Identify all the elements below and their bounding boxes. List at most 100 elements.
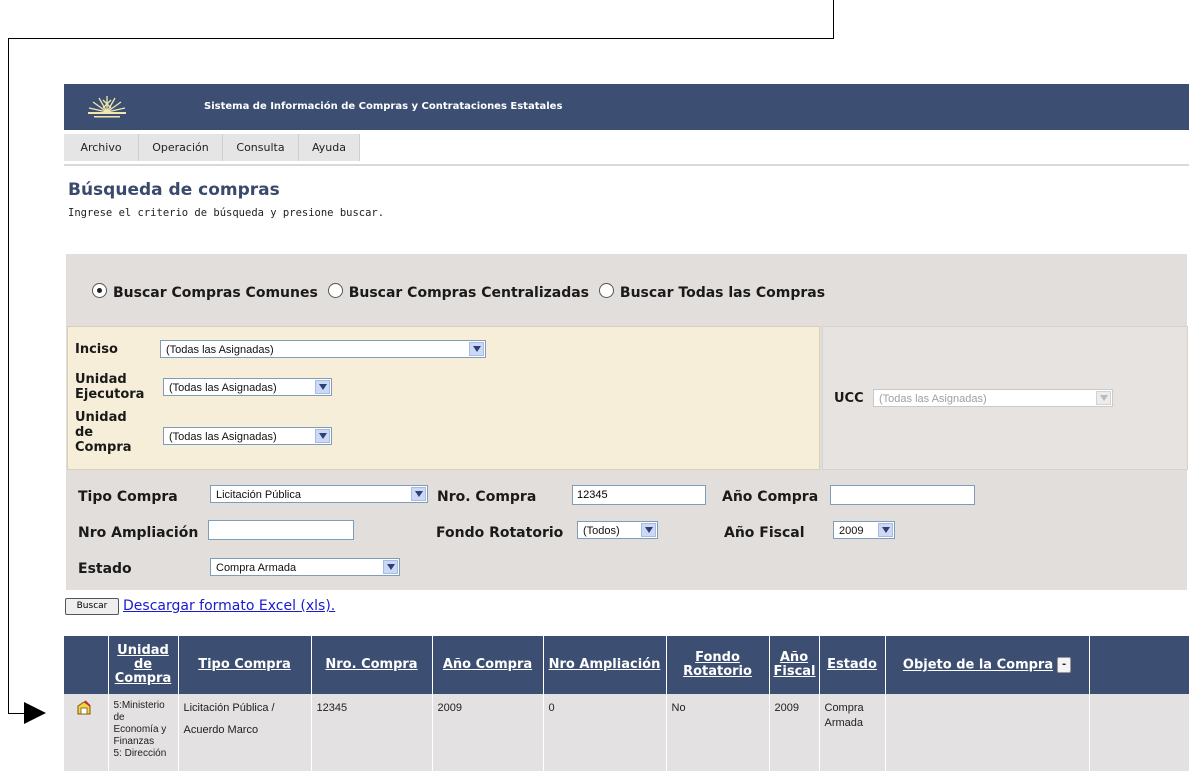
radio-label-comunes: Buscar Compras Comunes [113,285,318,301]
cell-anio-fiscal: 2009 [769,694,820,771]
menu-consulta[interactable]: Consulta [223,134,299,161]
tipo-line-1: Licitación Pública / [183,702,275,714]
fondo-rotatorio-value: (Todos) [583,525,620,537]
ucc-label: UCC [834,391,864,406]
fondo-rotatorio-select[interactable]: (Todos) [577,521,658,539]
collapse-column-button[interactable]: - [1057,657,1072,673]
tipo-compra-label: Tipo Compra [78,489,178,505]
estado-line-1: Compra [824,702,864,714]
page-title: Búsqueda de compras [68,180,280,200]
chevron-down-icon [1096,391,1111,405]
ucc-select[interactable]: (Todas las Asignadas) [873,389,1113,407]
excel-download-link[interactable]: Descargar formato Excel (xls). [123,598,335,614]
radio-compras-centralizadas[interactable] [327,283,343,298]
menu-archivo[interactable]: Archivo [64,134,139,161]
inciso-select[interactable]: (Todas las Asignadas) [160,340,486,358]
inciso-value: (Todas las Asignadas) [166,344,274,356]
unidad-line-4: 5: Dirección [113,748,167,759]
app-title: Sistema de Información de Compras y Cont… [204,101,563,112]
unidad-ejecutora-select[interactable]: (Todas las Asignadas) [163,378,332,396]
estado-select[interactable]: Compra Armada [210,558,400,576]
anio-fiscal-label: Año Fiscal [724,525,805,541]
unidad-compra-label-line3: Compra [75,440,132,455]
cell-nro-ampliacion: 0 [543,694,667,771]
cell-unidad-compra: 5:Ministerio de Economía y Finanzas 5: D… [108,694,179,771]
unidad-ejecutora-label: Unidad Ejecutora [75,372,144,402]
header-fondo-rotatorio[interactable]: Fondo Rotatorio [666,636,770,694]
app-header: Sistema de Información de Compras y Cont… [64,84,1189,130]
table-row[interactable]: 5:Ministerio de Economía y Finanzas 5: D… [64,694,1189,771]
unidad-compra-label-line1: Unidad [75,410,127,425]
sun-logo-icon [88,96,126,118]
tipo-compra-value: Licitación Pública [216,489,301,501]
annotation-arrow-icon [24,702,46,724]
unidad-line-1: 5:Ministerio de [113,700,165,723]
tipo-compra-select[interactable]: Licitación Pública [210,485,428,503]
chevron-down-icon [383,560,398,574]
header-estado[interactable]: Estado [819,636,886,694]
cell-objeto-compra [885,694,1090,771]
estado-label: Estado [78,561,132,577]
anio-fiscal-select[interactable]: 2009 [833,521,895,539]
header-extra [1089,636,1189,694]
tipo-line-2: Acuerdo Marco [183,724,259,736]
annotation-line-top-right [833,0,834,39]
header-anio-fiscal[interactable]: Año Fiscal [769,636,820,694]
header-unidad-compra[interactable]: Unidad de Compra [108,636,179,694]
unidad-compra-select[interactable]: (Todas las Asignadas) [163,427,332,445]
inciso-label: Inciso [75,342,118,357]
estado-value: Compra Armada [216,562,297,574]
nro-ampliacion-input[interactable] [208,520,354,540]
annotation-line-left [8,38,9,714]
nro-compra-label: Nro. Compra [437,489,537,505]
anio-fiscal-value: 2009 [839,525,864,537]
chevron-down-icon [315,429,330,443]
nro-compra-input[interactable]: 12345 [572,485,706,505]
cell-tipo-compra: Licitación Pública / Acuerdo Marco [178,694,312,771]
estado-line-2: Armada [824,717,864,729]
menu-operacion[interactable]: Operación [139,134,223,161]
header-anio-compra[interactable]: Año Compra [432,636,544,694]
header-icon-column [64,636,109,694]
header-nro-ampliacion[interactable]: Nro Ampliación [543,636,667,694]
unidad-ejecutora-label-line1: Unidad [75,372,127,387]
radio-label-centralizadas: Buscar Compras Centralizadas [348,285,590,301]
results-table: Unidad de Compra Tipo Compra Nro. Compra… [64,636,1189,771]
search-scope-radios: Buscar Compras Comunes Buscar Compras Ce… [92,283,830,301]
buscar-button[interactable]: Buscar [65,598,119,615]
cell-extra [1089,694,1189,771]
cell-estado: Compra Armada [819,694,886,771]
cell-fondo-rotatorio: No [666,694,770,771]
fondo-rotatorio-label: Fondo Rotatorio [436,525,564,541]
anio-compra-label: Año Compra [722,489,819,505]
menu-ayuda[interactable]: Ayuda [299,134,360,161]
edit-purchase-icon[interactable] [76,700,92,716]
annotation-line-top [8,38,834,39]
radio-label-todas: Buscar Todas las Compras [619,285,826,301]
unidad-line-3: Finanzas [113,736,155,747]
anio-compra-input[interactable] [830,485,975,505]
unidad-ejecutora-label-line2: Ejecutora [75,387,145,402]
cell-nro-compra: 12345 [311,694,433,771]
results-header-row: Unidad de Compra Tipo Compra Nro. Compra… [64,636,1189,694]
unidad-ejecutora-value: (Todas las Asignadas) [169,382,277,394]
chevron-down-icon [641,523,656,537]
unidad-compra-value: (Todas las Asignadas) [169,431,277,443]
chevron-down-icon [878,523,893,537]
nro-ampliacion-label: Nro Ampliación [78,525,199,541]
radio-compras-comunes[interactable] [92,283,107,298]
menu-bar: Archivo Operación Consulta Ayuda [64,134,1189,162]
header-tipo-compra[interactable]: Tipo Compra [178,636,312,694]
header-objeto-label: Objeto de la Compra [902,657,1054,673]
chevron-down-icon [469,342,484,356]
unidad-line-2: Economía y [113,724,167,735]
unidad-compra-label-line2: de [75,425,94,440]
chevron-down-icon [411,487,426,501]
menu-divider [64,164,1189,166]
header-nro-compra[interactable]: Nro. Compra [311,636,433,694]
header-objeto-compra[interactable]: Objeto de la Compra - [885,636,1090,694]
chevron-down-icon [315,380,330,394]
radio-todas-compras[interactable] [598,283,614,298]
cell-anio-compra: 2009 [432,694,544,771]
ucc-value: (Todas las Asignadas) [879,393,987,405]
